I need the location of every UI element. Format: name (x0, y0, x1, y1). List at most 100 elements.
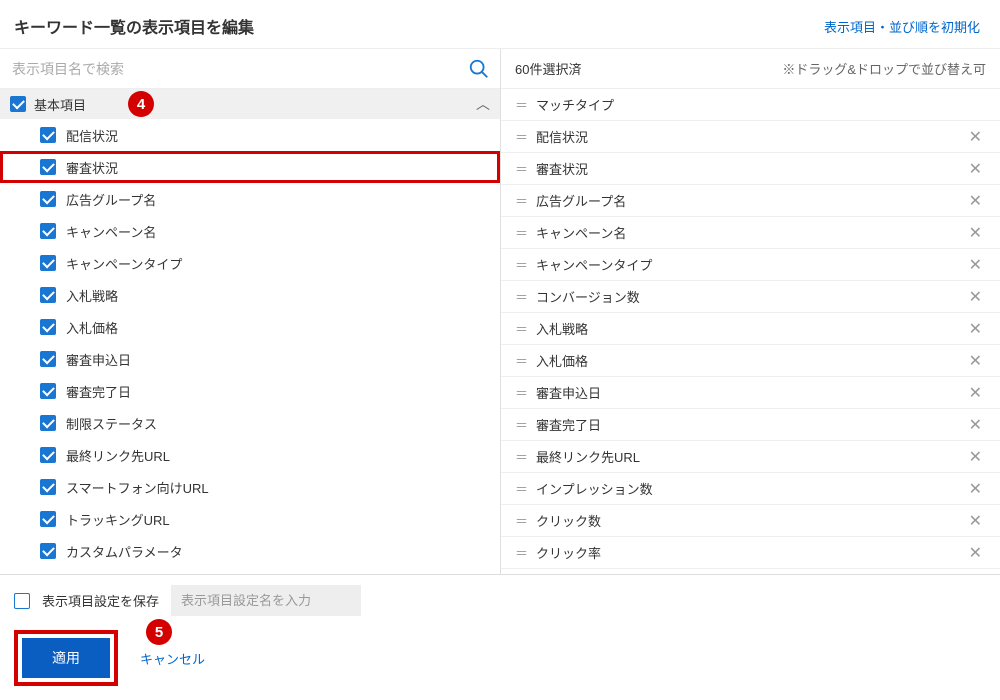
available-item-row[interactable]: キャンペーンタイプ (0, 247, 500, 279)
remove-icon[interactable]: ✕ (965, 253, 986, 277)
item-checkbox[interactable] (40, 447, 56, 463)
selected-item-row[interactable]: ＝ キャンペーンタイプ ✕ (501, 249, 1000, 281)
available-item-row[interactable]: トラッキングURL (0, 503, 500, 535)
remove-icon[interactable]: ✕ (965, 509, 986, 533)
available-item-row[interactable]: 審査状況 (0, 151, 500, 183)
available-item-row[interactable]: 入札価格 (0, 311, 500, 343)
item-checkbox[interactable] (40, 127, 56, 143)
available-item-row[interactable]: 審査申込日 (0, 343, 500, 375)
remove-icon[interactable]: ✕ (965, 189, 986, 213)
drag-handle-icon[interactable]: ＝ (515, 95, 526, 114)
drag-handle-icon[interactable]: ＝ (515, 351, 526, 370)
selected-item-row[interactable]: ＝コンバージョン数✕ (501, 281, 1000, 313)
selected-item-row[interactable]: ＝審査申込日✕ (501, 377, 1000, 409)
drag-handle-icon[interactable]: ＝ (515, 159, 526, 178)
drag-handle-icon[interactable]: ＝ (515, 127, 526, 146)
drag-handle-icon[interactable]: ＝ (515, 415, 526, 434)
drag-handle-icon[interactable]: ＝ (515, 511, 526, 530)
available-item-row[interactable]: 制限ステータス (0, 407, 500, 439)
save-settings-name-input[interactable] (171, 585, 361, 616)
drag-handle-icon[interactable]: ＝ (515, 319, 526, 338)
remove-icon[interactable]: ✕ (965, 285, 986, 309)
group-label: 基本項目 (34, 95, 86, 114)
selected-item-label: インプレッション数 (536, 479, 955, 498)
item-checkbox[interactable] (40, 319, 56, 335)
item-label: キャンペーンタイプ (66, 254, 182, 273)
reset-link[interactable]: 表示項目・並び順を初期化 (824, 17, 980, 36)
selected-item-row[interactable]: ＝キャンペーン名✕ (501, 217, 1000, 249)
item-checkbox[interactable] (40, 383, 56, 399)
available-item-row[interactable]: 入札戦略 (0, 279, 500, 311)
item-checkbox[interactable] (40, 479, 56, 495)
selected-item-label: クリック数 (536, 511, 955, 530)
drag-handle-icon[interactable]: ＝ (515, 191, 526, 210)
available-item-row[interactable]: スマートフォン向けURL (0, 471, 500, 503)
search-icon[interactable] (468, 58, 490, 80)
group-checkbox[interactable] (10, 96, 26, 112)
item-checkbox[interactable] (40, 543, 56, 559)
remove-icon[interactable]: ✕ (965, 413, 986, 437)
item-label: キャンペーン名 (66, 222, 156, 241)
item-checkbox[interactable] (40, 191, 56, 207)
drag-handle-icon[interactable]: ＝ (515, 255, 526, 274)
cancel-link[interactable]: キャンセル (140, 649, 205, 668)
selected-item-row[interactable]: ＝最終リンク先URL✕ (501, 441, 1000, 473)
selected-item-row[interactable]: ＝広告グループ名✕ (501, 185, 1000, 217)
search-input[interactable] (10, 57, 468, 81)
available-item-row[interactable]: 広告グループ名 (0, 183, 500, 215)
item-checkbox[interactable] (40, 223, 56, 239)
search-row (0, 49, 500, 89)
available-item-row[interactable]: 最終リンク先URL (0, 439, 500, 471)
selected-item-row[interactable]: ＝入札価格✕ (501, 345, 1000, 377)
item-checkbox[interactable] (40, 415, 56, 431)
apply-button[interactable]: 適用 (22, 638, 110, 678)
remove-icon[interactable]: ✕ (965, 157, 986, 181)
available-item-row[interactable]: 審査完了日 (0, 375, 500, 407)
group-header-basic[interactable]: 基本項目 ︿ (0, 89, 500, 119)
selected-item-row[interactable]: ＝ クリック数 ✕ (501, 505, 1000, 537)
chevron-up-icon: ︿ (476, 94, 490, 114)
selected-item-label: 審査状況 (536, 159, 955, 178)
remove-icon[interactable]: ✕ (965, 541, 986, 565)
item-label: 広告グループ名 (66, 190, 156, 209)
remove-icon[interactable]: ✕ (965, 349, 986, 373)
item-label: 審査状況 (66, 158, 118, 177)
callout-5: 5 (146, 619, 172, 645)
item-checkbox[interactable] (40, 351, 56, 367)
item-label: 制限ステータス (66, 414, 157, 433)
selected-item-row[interactable]: ＝ 審査状況 ✕ (501, 153, 1000, 185)
drag-handle-icon[interactable]: ＝ (515, 447, 526, 466)
remove-icon[interactable]: ✕ (965, 125, 986, 149)
available-item-row[interactable]: キャンペーン名 (0, 215, 500, 247)
selected-item-row[interactable]: ＝ クリック率 ✕ (501, 537, 1000, 569)
item-checkbox[interactable] (40, 511, 56, 527)
left-scroll-area[interactable]: 基本項目 ︿ 配信状況審査状況広告グループ名キャンペーン名キャンペーンタイプ入札… (0, 89, 500, 574)
drag-handle-icon[interactable]: ＝ (515, 479, 526, 498)
remove-icon[interactable]: ✕ (965, 477, 986, 501)
selected-item-row[interactable]: ＝マッチタイプ (501, 89, 1000, 121)
selected-item-row[interactable]: ＝配信状況✕ (501, 121, 1000, 153)
available-item-row[interactable]: 配信状況 (0, 119, 500, 151)
selected-item-row[interactable]: ＝審査完了日✕ (501, 409, 1000, 441)
drag-handle-icon[interactable]: ＝ (515, 223, 526, 242)
available-item-row[interactable]: カスタムパラメータ (0, 535, 500, 567)
item-label: 審査申込日 (66, 350, 131, 369)
drag-handle-icon[interactable]: ＝ (515, 383, 526, 402)
item-checkbox[interactable] (40, 255, 56, 271)
selected-item-label: クリック率 (536, 543, 955, 562)
selected-item-label: キャンペーンタイプ (536, 255, 955, 274)
remove-icon[interactable]: ✕ (965, 445, 986, 469)
remove-icon[interactable]: ✕ (965, 221, 986, 245)
item-label: 入札価格 (66, 318, 118, 337)
right-scroll-area[interactable]: ＝マッチタイプ＝配信状況✕＝審査状況✕＝広告グループ名✕＝キャンペーン名✕＝キャ… (501, 89, 1000, 574)
item-checkbox[interactable] (40, 287, 56, 303)
selected-item-row[interactable]: ＝入札戦略✕ (501, 313, 1000, 345)
item-checkbox[interactable] (40, 159, 56, 175)
save-settings-checkbox[interactable] (14, 593, 30, 609)
available-item-row[interactable]: キャンペーンID (0, 567, 500, 574)
remove-icon[interactable]: ✕ (965, 317, 986, 341)
selected-item-row[interactable]: ＝ インプレッション数 ✕ (501, 473, 1000, 505)
drag-handle-icon[interactable]: ＝ (515, 287, 526, 306)
drag-handle-icon[interactable]: ＝ (515, 543, 526, 562)
remove-icon[interactable]: ✕ (965, 381, 986, 405)
